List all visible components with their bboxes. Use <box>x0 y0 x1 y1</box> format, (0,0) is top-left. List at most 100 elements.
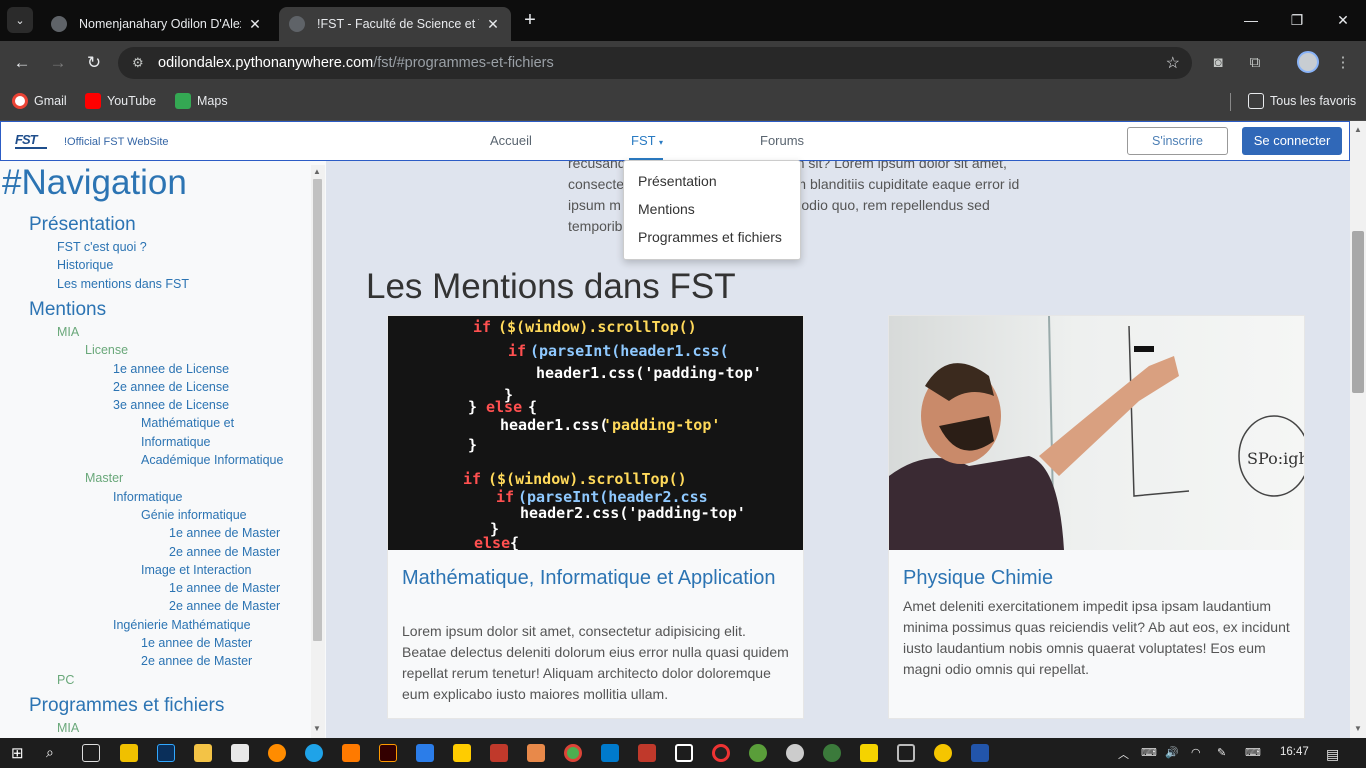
menu-kebab-icon[interactable]: ⋮ <box>1331 51 1355 75</box>
page-scrollbar[interactable] <box>1350 121 1366 738</box>
app-icon[interactable] <box>749 744 767 762</box>
sidebar-scrollbar-thumb[interactable] <box>313 179 322 641</box>
nav-accueil[interactable]: Accueil <box>490 133 532 148</box>
notifications-icon[interactable]: ▤ <box>1326 746 1339 763</box>
mention-card-mia[interactable]: if ($(window).scrollTop() if (parseInt(hea… <box>387 315 804 719</box>
sidebar-item[interactable]: MIA <box>57 721 79 735</box>
tab-odilon[interactable]: Nomenjanahary Odilon D'Alex ✕ <box>41 7 273 41</box>
sidebar-item[interactable]: Mathématique et <box>141 416 234 430</box>
login-button[interactable]: Se connecter <box>1242 127 1342 155</box>
site-info-icon[interactable]: ⚙ <box>132 55 148 71</box>
sidebar-item[interactable]: Présentation <box>29 214 136 236</box>
sidebar-item[interactable]: 2e annee de License <box>113 380 229 394</box>
app-icon[interactable] <box>675 744 693 762</box>
profile-avatar[interactable] <box>1297 51 1319 73</box>
app-icon[interactable] <box>416 744 434 762</box>
dropdown-item-presentation[interactable]: Présentation <box>638 173 717 189</box>
sidebar-item[interactable]: 1e annee de Master <box>169 526 280 540</box>
wifi-icon[interactable]: ◠ <box>1191 746 1201 759</box>
sidebar-item[interactable]: Informatique <box>141 435 210 449</box>
sticky-notes-icon[interactable] <box>860 744 878 762</box>
reload-icon[interactable]: ↻ <box>82 51 106 75</box>
card-title[interactable]: Physique Chimie <box>903 566 1293 591</box>
volume-icon[interactable]: 🔊 <box>1165 746 1179 759</box>
all-bookmarks[interactable]: Tous les favoris <box>1248 93 1356 109</box>
edge-icon[interactable] <box>305 744 323 762</box>
dropdown-item-programmes[interactable]: Programmes et fichiers <box>638 229 782 245</box>
app-icon[interactable] <box>934 744 952 762</box>
tab-fst[interactable]: !FST - Faculté de Science et Tec ✕ <box>279 7 511 41</box>
sidebar-item[interactable]: Mentions <box>29 299 106 321</box>
sidebar-item[interactable]: Image et Interaction <box>141 563 251 577</box>
site-brand[interactable]: !Official FST WebSite <box>64 136 169 148</box>
app-icon[interactable] <box>971 744 989 762</box>
close-window-icon[interactable]: ✕ <box>1328 8 1358 32</box>
new-tab-button[interactable]: + <box>518 8 542 32</box>
sidebar-item[interactable]: 2e annee de Master <box>141 654 252 668</box>
task-view-icon[interactable] <box>82 744 100 762</box>
extensions-icon[interactable]: ⧉ <box>1243 51 1267 75</box>
sidebar-item[interactable]: MIA <box>57 325 79 339</box>
nav-fst-dropdown[interactable]: FST ▾ <box>631 133 663 148</box>
sidebar-item[interactable]: Académique Informatique <box>141 453 283 467</box>
page-scrollbar-thumb[interactable] <box>1352 231 1364 393</box>
windows-start-icon[interactable]: ⊞ <box>11 744 29 762</box>
signup-button[interactable]: S'inscrire <box>1127 127 1228 155</box>
search-app-icon[interactable] <box>268 744 286 762</box>
mail-icon[interactable] <box>231 744 249 762</box>
app-icon[interactable] <box>897 744 915 762</box>
fst-logo[interactable]: FST <box>15 133 47 149</box>
forward-icon[interactable]: → <box>46 51 70 75</box>
sidebar-item[interactable]: Informatique <box>113 490 182 504</box>
sidebar-item[interactable]: Historique <box>57 258 113 272</box>
keyboard-icon[interactable]: ⌨ <box>1245 746 1261 759</box>
vlc-icon[interactable] <box>342 744 360 762</box>
app-icon[interactable] <box>453 744 471 762</box>
store-icon[interactable] <box>120 744 138 762</box>
sidebar-item[interactable]: 1e annee de License <box>113 362 229 376</box>
card-title[interactable]: Mathématique, Informatique et Applicatio… <box>402 566 792 591</box>
bookmark-gmail[interactable]: Gmail <box>12 93 67 109</box>
camera-icon[interactable]: ◙ <box>1206 51 1230 75</box>
app-icon[interactable] <box>786 744 804 762</box>
app-icon[interactable] <box>490 744 508 762</box>
sidebar-item[interactable]: 2e annee de Master <box>169 545 280 559</box>
nav-forums[interactable]: Forums <box>760 133 804 148</box>
sidebar-item[interactable]: Les mentions dans FST <box>57 277 189 291</box>
back-icon[interactable]: ← <box>10 51 34 75</box>
scroll-down-arrow[interactable]: ▼ <box>313 724 321 733</box>
minimize-icon[interactable]: — <box>1236 8 1266 32</box>
restore-icon[interactable]: ❐ <box>1282 8 1312 32</box>
sidebar-item[interactable]: 2e annee de Master <box>169 599 280 613</box>
sidebar-item[interactable]: License <box>85 343 128 357</box>
sidebar-item[interactable]: Master <box>85 471 123 485</box>
dropdown-item-mentions[interactable]: Mentions <box>638 201 695 217</box>
sidebar-item[interactable]: 1e annee de Master <box>169 581 280 595</box>
app-icon[interactable] <box>527 744 545 762</box>
language-icon[interactable]: ⌨ <box>1141 746 1157 759</box>
close-tab-icon[interactable]: ✕ <box>247 16 263 33</box>
mention-card-pc[interactable]: SPo:ight Physique Chimie Amet deleniti e… <box>888 315 1305 719</box>
sidebar-item[interactable]: PC <box>57 673 74 687</box>
page-scroll-down-arrow[interactable]: ▼ <box>1354 724 1362 733</box>
bookmark-maps[interactable]: Maps <box>175 93 228 109</box>
file-explorer-icon[interactable] <box>194 744 212 762</box>
sidebar-item[interactable]: 1e annee de Master <box>141 636 252 650</box>
photoshop-icon[interactable] <box>157 744 175 762</box>
record-icon[interactable] <box>712 744 730 762</box>
vscode-icon[interactable] <box>601 744 619 762</box>
sidebar-item[interactable]: Programmes et fichiers <box>29 695 224 717</box>
bookmark-youtube[interactable]: YouTube <box>85 93 156 109</box>
bookmark-star-icon[interactable]: ☆ <box>1166 53 1180 73</box>
chrome-icon[interactable] <box>564 744 582 762</box>
close-tab-icon[interactable]: ✕ <box>485 16 501 33</box>
page-scroll-up-arrow[interactable]: ▲ <box>1354 125 1362 134</box>
sidebar-item[interactable]: Génie informatique <box>141 508 247 522</box>
tray-chevron-icon[interactable]: ︿ <box>1118 746 1129 762</box>
sidebar-item[interactable]: 3e annee de License <box>113 398 229 412</box>
search-icon[interactable]: ⌕ <box>46 744 64 762</box>
scroll-up-arrow[interactable]: ▲ <box>313 167 321 176</box>
app-icon[interactable] <box>823 744 841 762</box>
pen-icon[interactable]: ✎ <box>1217 746 1226 759</box>
sidebar-item[interactable]: Ingénierie Mathématique <box>113 618 251 632</box>
